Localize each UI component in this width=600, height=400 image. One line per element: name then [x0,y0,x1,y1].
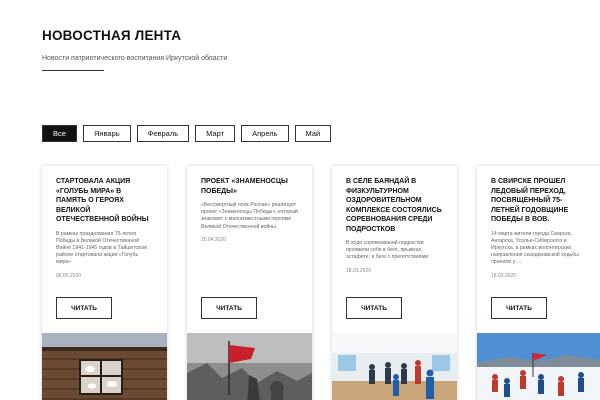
news-card-title[interactable]: В СЕЛЕ БАЯНДАЙ В ФИЗКУЛЬТУРНОМ ОЗДОРОВИТ… [346,177,443,234]
news-card-excerpt: В рамках празднования 75-летия Победы в … [56,230,147,266]
news-card: ПРОЕКТ «ЗНАМЕНОСЦЫ ПОБЕДЫ» «Бессмертный … [187,166,312,400]
news-card-date: 18.03.2020 [491,272,517,279]
read-button[interactable]: ЧИТАТЬ [56,297,112,319]
news-card-date: 06.05.2020 [56,272,82,279]
filter-february[interactable]: Февраль [136,125,190,142]
news-card-date: 18.03.2020 [346,267,372,274]
read-button[interactable]: ЧИТАТЬ [346,297,402,319]
news-card-title[interactable]: СТАРТОВАЛА АКЦИЯ «ГОЛУБЬ МИРА» В ПАМЯТЬ … [56,177,153,225]
news-card: В СВИРСКЕ ПРОШЕЛ ЛЕДОВЫЙ ПЕРЕХОД, ПОСВЯЩ… [477,166,600,400]
news-card-excerpt: В ходе соревнований подростки проявили с… [346,240,429,261]
filter-may[interactable]: Май [294,125,332,142]
news-card-title[interactable]: В СВИРСКЕ ПРОШЕЛ ЛЕДОВЫЙ ПЕРЕХОД, ПОСВЯЩ… [491,177,588,225]
filter-march[interactable]: Март [195,125,236,142]
month-filter-bar: Все Январь Февраль Март Апрель Май [42,125,332,142]
news-card-date: 20.04.2020 [201,236,227,243]
read-button[interactable]: ЧИТАТЬ [491,297,547,319]
news-card-image[interactable] [332,333,457,400]
news-card: СТАРТОВАЛА АКЦИЯ «ГОЛУБЬ МИРА» В ПАМЯТЬ … [42,166,167,400]
news-card-image[interactable] [187,333,312,400]
filter-january[interactable]: Январь [82,125,131,142]
title-divider [42,70,104,71]
filter-all[interactable]: Все [42,125,77,142]
news-card-list: СТАРТОВАЛА АКЦИЯ «ГОЛУБЬ МИРА» В ПАМЯТЬ … [42,166,600,400]
news-card-title[interactable]: ПРОЕКТ «ЗНАМЕНОСЦЫ ПОБЕДЫ» [201,177,298,196]
news-card-excerpt: 14 марта жители города Свирска, Ангарска… [491,230,579,266]
filter-april[interactable]: Апрель [241,125,289,142]
page-header: НОВОСТНАЯ ЛЕНТА Новости патриотического … [42,28,227,71]
page-title: НОВОСТНАЯ ЛЕНТА [42,28,182,43]
read-button[interactable]: ЧИТАТЬ [201,297,257,319]
news-card-image[interactable] [42,333,167,400]
news-card: В СЕЛЕ БАЯНДАЙ В ФИЗКУЛЬТУРНОМ ОЗДОРОВИТ… [332,166,457,400]
page-subtitle: Новости патриотического воспитания Иркут… [42,55,228,62]
news-card-image[interactable] [477,333,600,400]
news-card-excerpt: «Бессмертный полк России» реализует прое… [201,202,298,230]
